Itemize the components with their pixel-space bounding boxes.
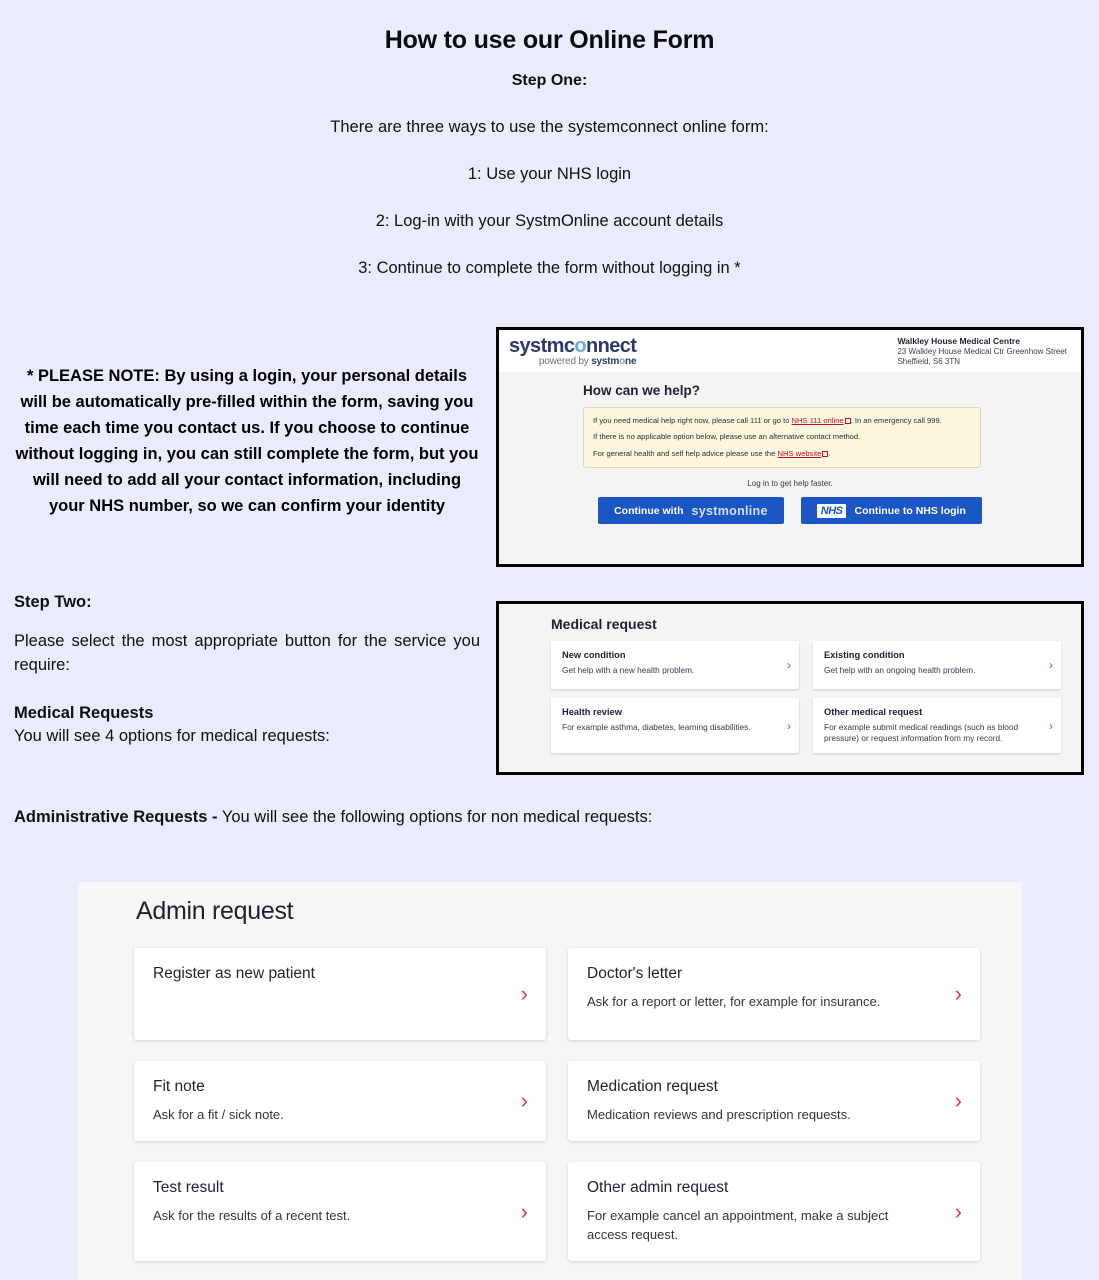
practice-address-line-1: 23 Walkley House Medical Ctr Greenhow St… <box>897 346 1067 356</box>
external-link-icon <box>822 450 829 457</box>
option-desc: For example submit medical readings (suc… <box>824 722 1019 744</box>
nhs-111-online-link[interactable]: NHS 111 online <box>792 416 844 425</box>
option-title: Other admin request <box>587 1179 729 1197</box>
medical-request-options-grid: New condition Get help with a new health… <box>551 641 1061 754</box>
intro-line-3: 3: Continue to complete the form without… <box>358 259 741 277</box>
note-and-login-row: * PLEASE NOTE: By using a login, your pe… <box>0 327 1099 567</box>
emergency-notice-box: If you need medical help right now, plea… <box>583 407 981 469</box>
step-two-text-column: Step Two: Please select the most appropr… <box>14 593 480 746</box>
systmconnect-header: systmconnect powered by systmone Walkley… <box>499 330 1081 372</box>
practice-address-line-2: Sheffield, S6 3TN <box>897 357 960 367</box>
chevron-right-icon: › <box>1049 718 1053 733</box>
medical-request-screenshot: Medical request New condition Get help w… <box>496 601 1084 775</box>
option-title: Fit note <box>153 1078 205 1095</box>
medical-request-panel: Medical request New condition Get help w… <box>499 604 1081 772</box>
external-link-icon <box>844 418 851 424</box>
administrative-requests-line: Administrative Requests - You will see t… <box>14 808 652 827</box>
medical-requests-subtext: You will see 4 options for medical reque… <box>14 726 330 745</box>
option-desc: Medication reviews and prescription requ… <box>587 1107 851 1122</box>
systmconnect-logo: systmconnect powered by systmone <box>509 335 637 367</box>
option-desc: Get help with an ongoing health problem. <box>824 665 976 675</box>
chevron-right-icon: › <box>954 1198 962 1224</box>
nhs-logo: NHS <box>816 503 847 518</box>
systmonline-button-prefix: Continue with <box>614 504 684 517</box>
medical-option-health-review[interactable]: Health review For example asthma, diabet… <box>551 698 799 754</box>
chevron-right-icon: › <box>520 1088 528 1114</box>
medical-requests-heading: Medical Requests <box>14 703 154 722</box>
systmconnect-body: How can we help? If you need medical hel… <box>499 372 1081 564</box>
chevron-right-icon: › <box>787 718 791 733</box>
page-title: How to use our Online Form <box>384 26 715 54</box>
option-desc: Ask for a fit / sick note. <box>153 1107 284 1122</box>
option-title: Test result <box>153 1179 224 1197</box>
option-desc: For example cancel an appointment, make … <box>587 1208 889 1242</box>
continue-with-systmonline-button[interactable]: Continue with systmonline <box>598 497 784 525</box>
option-title: New condition <box>562 650 626 660</box>
medical-request-title: Medical request <box>551 616 657 632</box>
admin-option-medication-request[interactable]: Medication request Medication reviews an… <box>568 1061 980 1142</box>
admin-request-options-grid: Register as new patient › Doctor's lette… <box>134 948 1022 1262</box>
notice-line-2: If there is no applicable option below, … <box>593 432 861 442</box>
systmonline-wordmark: systmonline <box>691 503 768 518</box>
chevron-right-icon: › <box>520 981 528 1006</box>
systmconnect-tagline: powered by systmone <box>538 356 637 367</box>
chevron-right-icon: › <box>954 981 962 1006</box>
option-desc: Ask for a report or letter, for example … <box>587 994 881 1009</box>
option-desc: Get help with a new health problem. <box>562 665 695 675</box>
login-prompt: Log in to get help faster. <box>747 479 833 489</box>
admin-option-fit-note[interactable]: Fit note Ask for a fit / sick note. › <box>134 1061 546 1142</box>
option-title: Health review <box>562 707 622 717</box>
step-one-label: Step One: <box>511 72 588 89</box>
login-buttons: Continue with systmonline NHS Continue to… <box>499 497 1081 525</box>
option-title: Register as new patient <box>153 965 315 982</box>
medical-option-existing-condition[interactable]: Existing condition Get help with an ongo… <box>813 641 1061 689</box>
admin-option-register-as-new-patient[interactable]: Register as new patient › <box>134 948 546 1040</box>
admin-request-title: Admin request <box>136 897 294 925</box>
please-note-text: * PLEASE NOTE: By using a login, your pe… <box>15 367 479 516</box>
option-title: Medication request <box>587 1078 718 1095</box>
how-can-we-help-heading: How can we help? <box>583 383 701 398</box>
practice-details: Walkley House Medical Centre 23 Walkley … <box>897 336 1067 367</box>
option-title: Other medical request <box>824 707 923 717</box>
admin-option-other-admin-request[interactable]: Other admin request For example cancel a… <box>568 1162 980 1262</box>
intro-line-1: 1: Use your NHS login <box>467 165 632 183</box>
option-title: Doctor's letter <box>587 965 683 982</box>
intro-line-2: 2: Log-in with your SystmOnline account … <box>375 212 724 230</box>
practice-name: Walkley House Medical Centre <box>897 336 1020 346</box>
option-title: Existing condition <box>824 650 905 660</box>
administrative-requests-subtext: You will see the following options for n… <box>217 808 653 826</box>
notice-line-1: If you need medical help right now, plea… <box>593 416 942 425</box>
step-two-instruction: Please select the most appropriate butto… <box>14 632 480 674</box>
option-desc: For example asthma, diabetes, learning d… <box>562 722 751 732</box>
nhs-website-link[interactable]: NHS website <box>777 449 821 458</box>
step-two-label: Step Two: <box>14 593 92 611</box>
systmconnect-screenshot: systmconnect powered by systmone Walkley… <box>496 327 1084 567</box>
chevron-right-icon: › <box>520 1198 528 1224</box>
chevron-right-icon: › <box>954 1088 962 1114</box>
chevron-right-icon: › <box>787 658 791 672</box>
systmconnect-wordmark: systmconnect <box>509 335 637 357</box>
nhs-button-label: Continue to NHS login <box>854 504 966 517</box>
medical-option-other-medical-request[interactable]: Other medical request For example submit… <box>813 698 1061 754</box>
admin-option-test-result[interactable]: Test result Ask for the results of a rec… <box>134 1162 546 1262</box>
chevron-right-icon: › <box>1049 658 1053 672</box>
medical-option-new-condition[interactable]: New condition Get help with a new health… <box>551 641 799 689</box>
admin-option-doctors-letter[interactable]: Doctor's letter Ask for a report or lett… <box>568 948 980 1040</box>
admin-request-screenshot: Admin request Register as new patient › … <box>78 882 1022 1280</box>
notice-line-3: For general health and self help advice … <box>593 448 831 458</box>
continue-to-nhs-login-button[interactable]: NHS Continue to NHS login <box>800 497 982 525</box>
administrative-requests-heading: Administrative Requests - <box>14 808 218 826</box>
intro-line-0: There are three ways to use the systemco… <box>330 118 769 136</box>
option-desc: Ask for the results of a recent test. <box>153 1208 351 1224</box>
